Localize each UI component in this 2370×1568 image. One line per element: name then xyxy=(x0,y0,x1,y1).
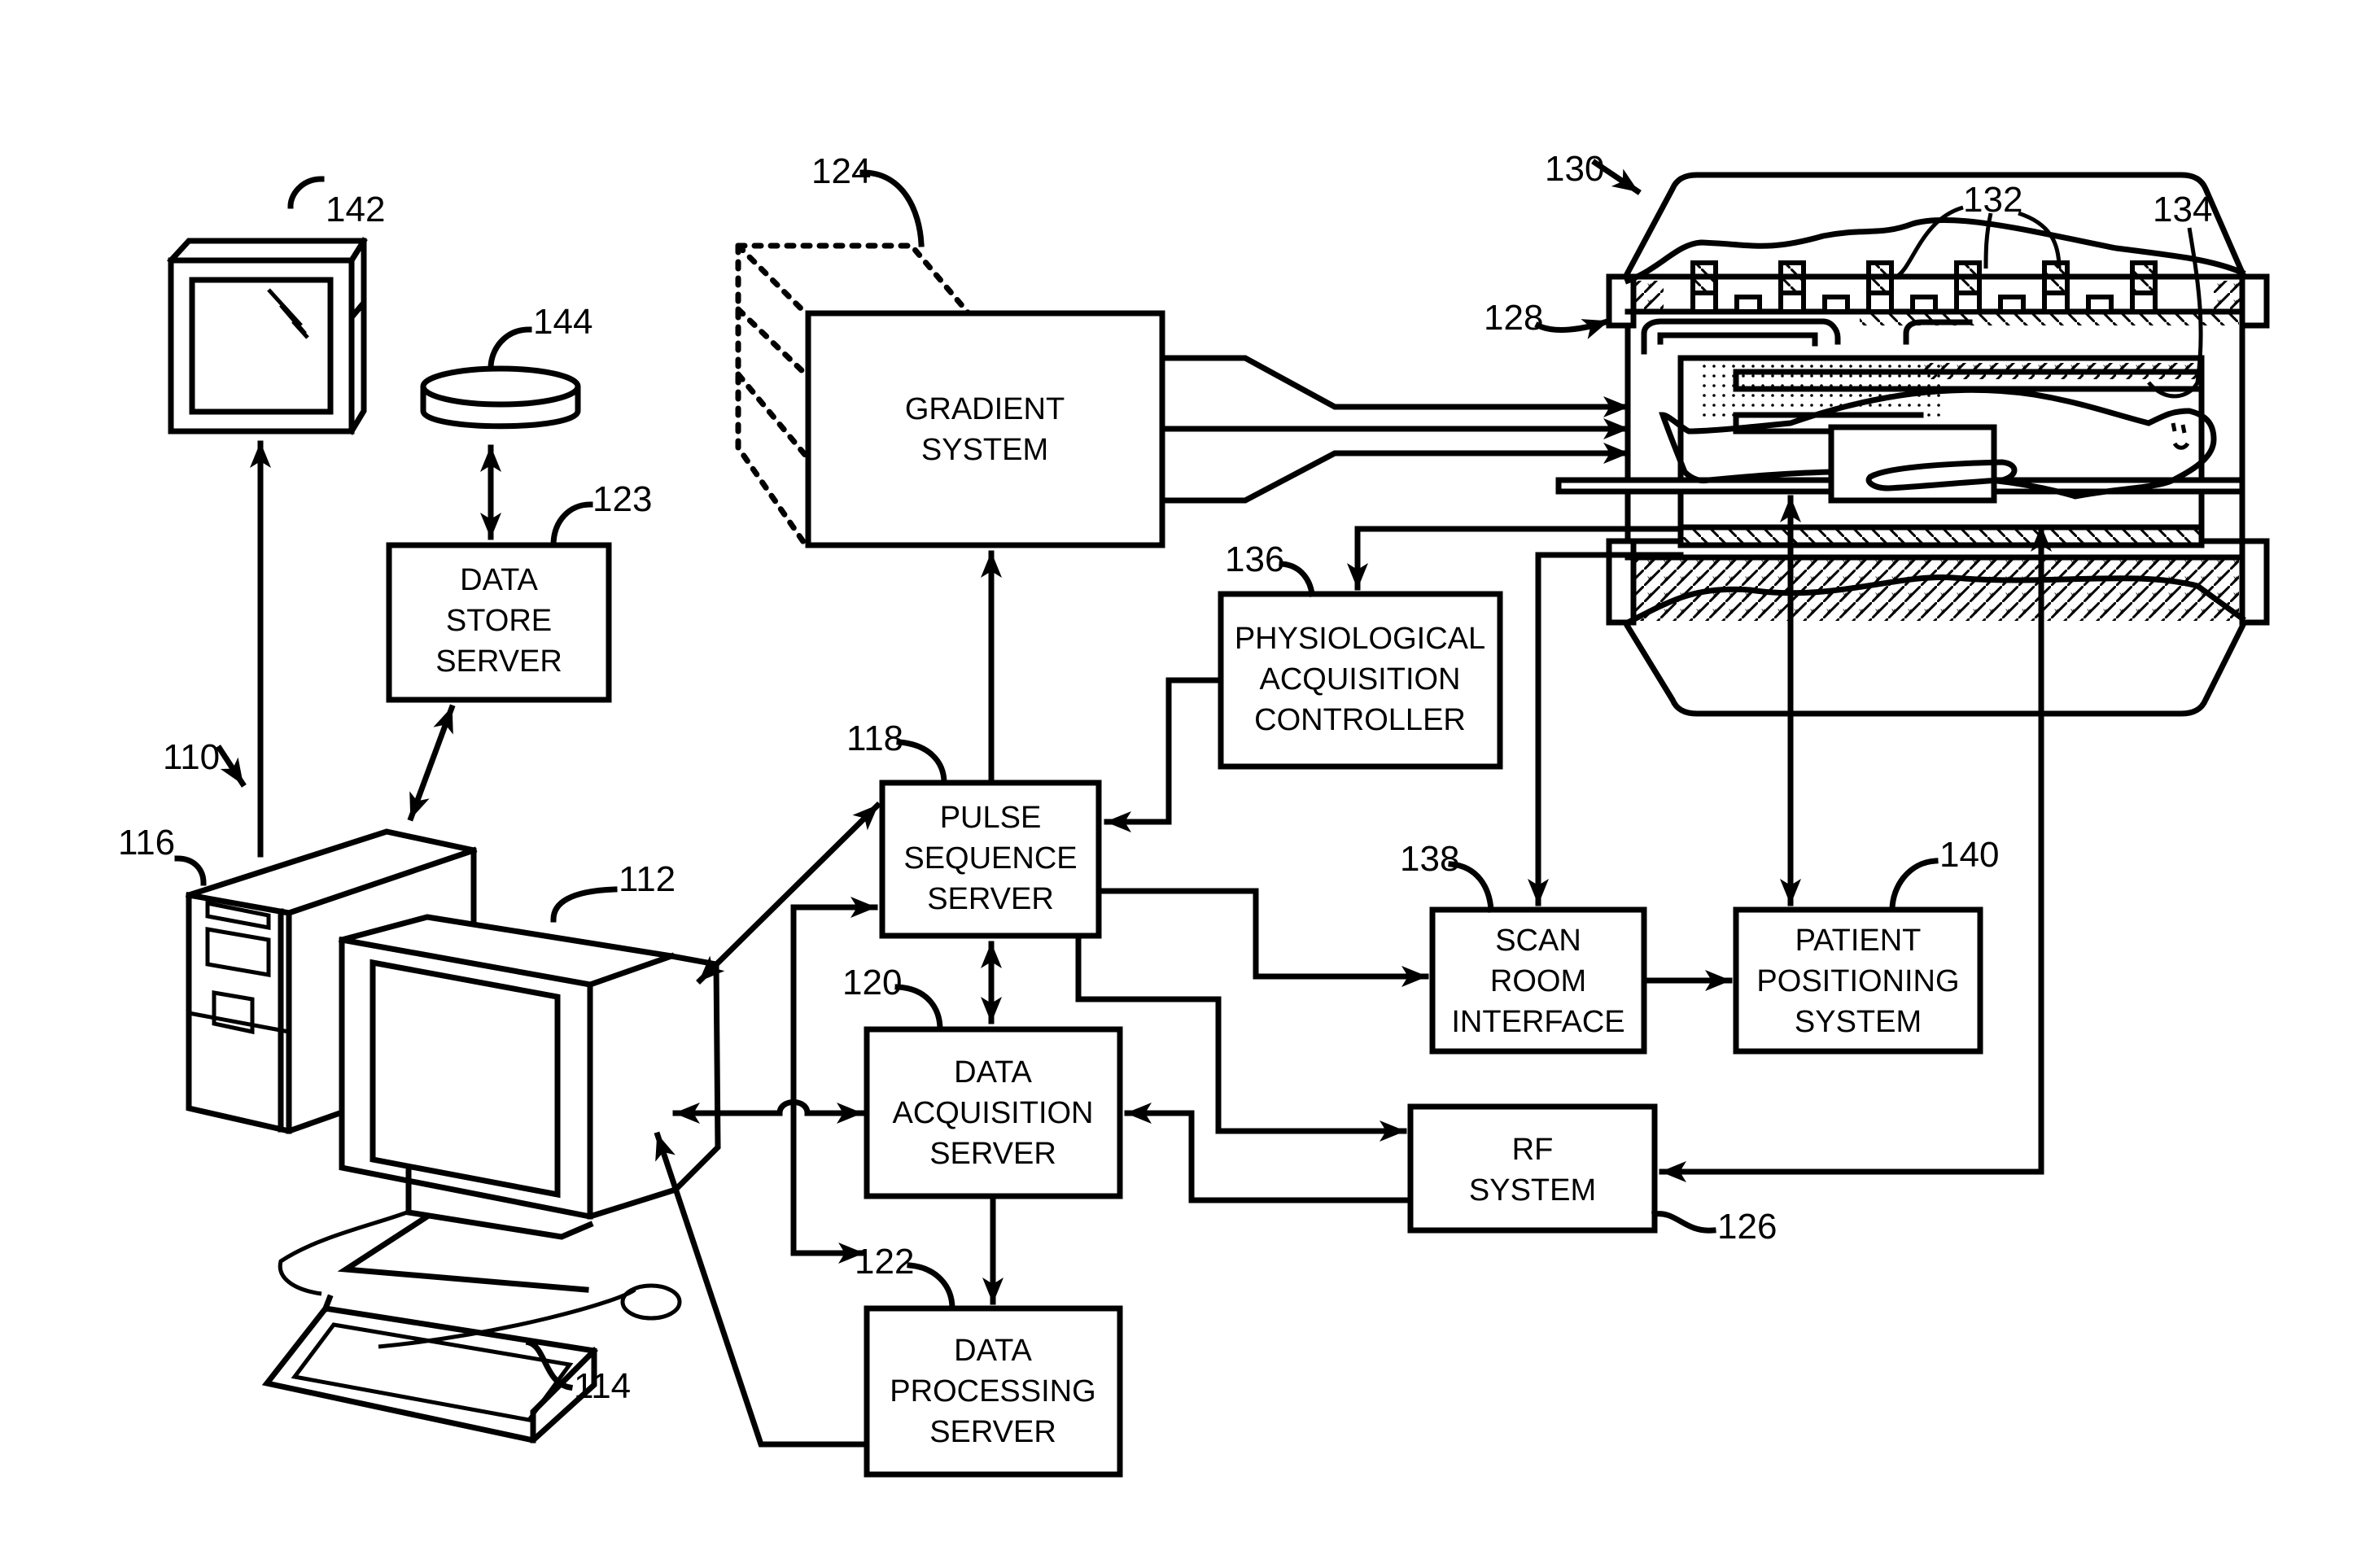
ref-116: 116 xyxy=(118,823,175,863)
data-store-label-2: STORE xyxy=(446,604,552,638)
ref-132: 132 xyxy=(1963,180,2022,220)
leader-132c xyxy=(2018,211,2062,269)
patient-label-3: SYSTEM xyxy=(1795,1005,1922,1039)
pulse-label-3: SERVER xyxy=(927,882,1054,916)
ref-144: 144 xyxy=(533,302,592,342)
pulse-rf-arrow xyxy=(1075,933,1407,1142)
ref-136: 136 xyxy=(1225,539,1284,579)
ref-114: 114 xyxy=(574,1366,631,1406)
gradient-label-2: SYSTEM xyxy=(921,433,1048,467)
dproc-workstation-arrow xyxy=(654,1131,870,1448)
pulse-label-1: PULSE xyxy=(940,801,1042,835)
leader-118 xyxy=(896,739,947,786)
rf-dacq-arrow xyxy=(1124,1103,1414,1203)
store-workstation-arrow xyxy=(407,704,456,822)
scan-label-3: INTERFACE xyxy=(1451,1005,1624,1039)
rf-label-2: SYSTEM xyxy=(1469,1173,1596,1208)
physio-label-2: ACQUISITION xyxy=(1259,662,1460,697)
ref-120: 120 xyxy=(842,963,902,1002)
ref-138: 138 xyxy=(1400,839,1459,879)
leader-140 xyxy=(1889,858,1939,913)
dacq-label-1: DATA xyxy=(954,1055,1032,1090)
physio-label-1: PHYSIOLOGICAL xyxy=(1235,622,1485,656)
ref-123: 123 xyxy=(592,479,652,519)
data-store-label-3: SERVER xyxy=(435,644,562,679)
pulse-label-2: SEQUENCE xyxy=(903,841,1077,876)
ref-112: 112 xyxy=(619,859,676,899)
ref-130: 130 xyxy=(1545,149,1604,189)
dacq-label-2: ACQUISITION xyxy=(892,1096,1093,1130)
leader-136 xyxy=(1279,561,1315,597)
ref-122: 122 xyxy=(855,1242,914,1282)
ref-118: 118 xyxy=(846,718,903,758)
mri-system-diagram: x 142 144 123 DATA STORE SERVER 110 116 xyxy=(118,149,2270,1478)
gradient-gx-arrow xyxy=(1159,355,1631,417)
rf-label-1: RF xyxy=(1512,1133,1554,1167)
ref-126: 126 xyxy=(1717,1207,1777,1247)
physio-pulse-arrow xyxy=(1104,677,1224,832)
dproc-label-1: DATA xyxy=(954,1334,1032,1368)
gradient-label-1: GRADIENT xyxy=(905,392,1065,426)
leader-128 xyxy=(1534,317,1611,339)
database-icon xyxy=(420,326,581,430)
patient-label-2: POSITIONING xyxy=(1756,964,1959,998)
workstation-pointer-arrow xyxy=(216,745,247,788)
dproc-label-3: SERVER xyxy=(929,1415,1056,1449)
leader-120 xyxy=(894,984,943,1033)
ref-134: 134 xyxy=(2153,190,2212,229)
gradient-system-box[interactable] xyxy=(805,310,1165,548)
physio-label-3: CONTROLLER xyxy=(1254,703,1466,737)
dproc-label-2: PROCESSING xyxy=(890,1374,1095,1409)
scan-label-1: SCAN xyxy=(1495,924,1581,958)
leader-126 xyxy=(1651,1211,1716,1234)
workstation-pulse-arrow xyxy=(696,801,881,985)
ref-110: 110 xyxy=(163,737,220,777)
data-store-label-1: DATA xyxy=(460,563,538,597)
ref-140: 140 xyxy=(1939,835,1999,875)
leader-122 xyxy=(907,1262,955,1312)
leader-112 xyxy=(550,886,618,923)
crt-monitor-icon xyxy=(278,914,721,1296)
pulse-scanroom-arrow xyxy=(1095,888,1429,987)
patient-label-1: PATIENT xyxy=(1795,924,1922,958)
leader-124 xyxy=(859,169,925,247)
scan-label-2: ROOM xyxy=(1490,964,1586,998)
bus-line xyxy=(790,904,878,1256)
ref-142: 142 xyxy=(326,190,385,229)
leader-116 xyxy=(174,855,207,886)
leader-123 xyxy=(550,501,593,548)
rf-system-box[interactable] xyxy=(1407,1103,1658,1234)
dacq-label-3: SERVER xyxy=(929,1137,1056,1171)
ref-128: 128 xyxy=(1484,298,1543,338)
